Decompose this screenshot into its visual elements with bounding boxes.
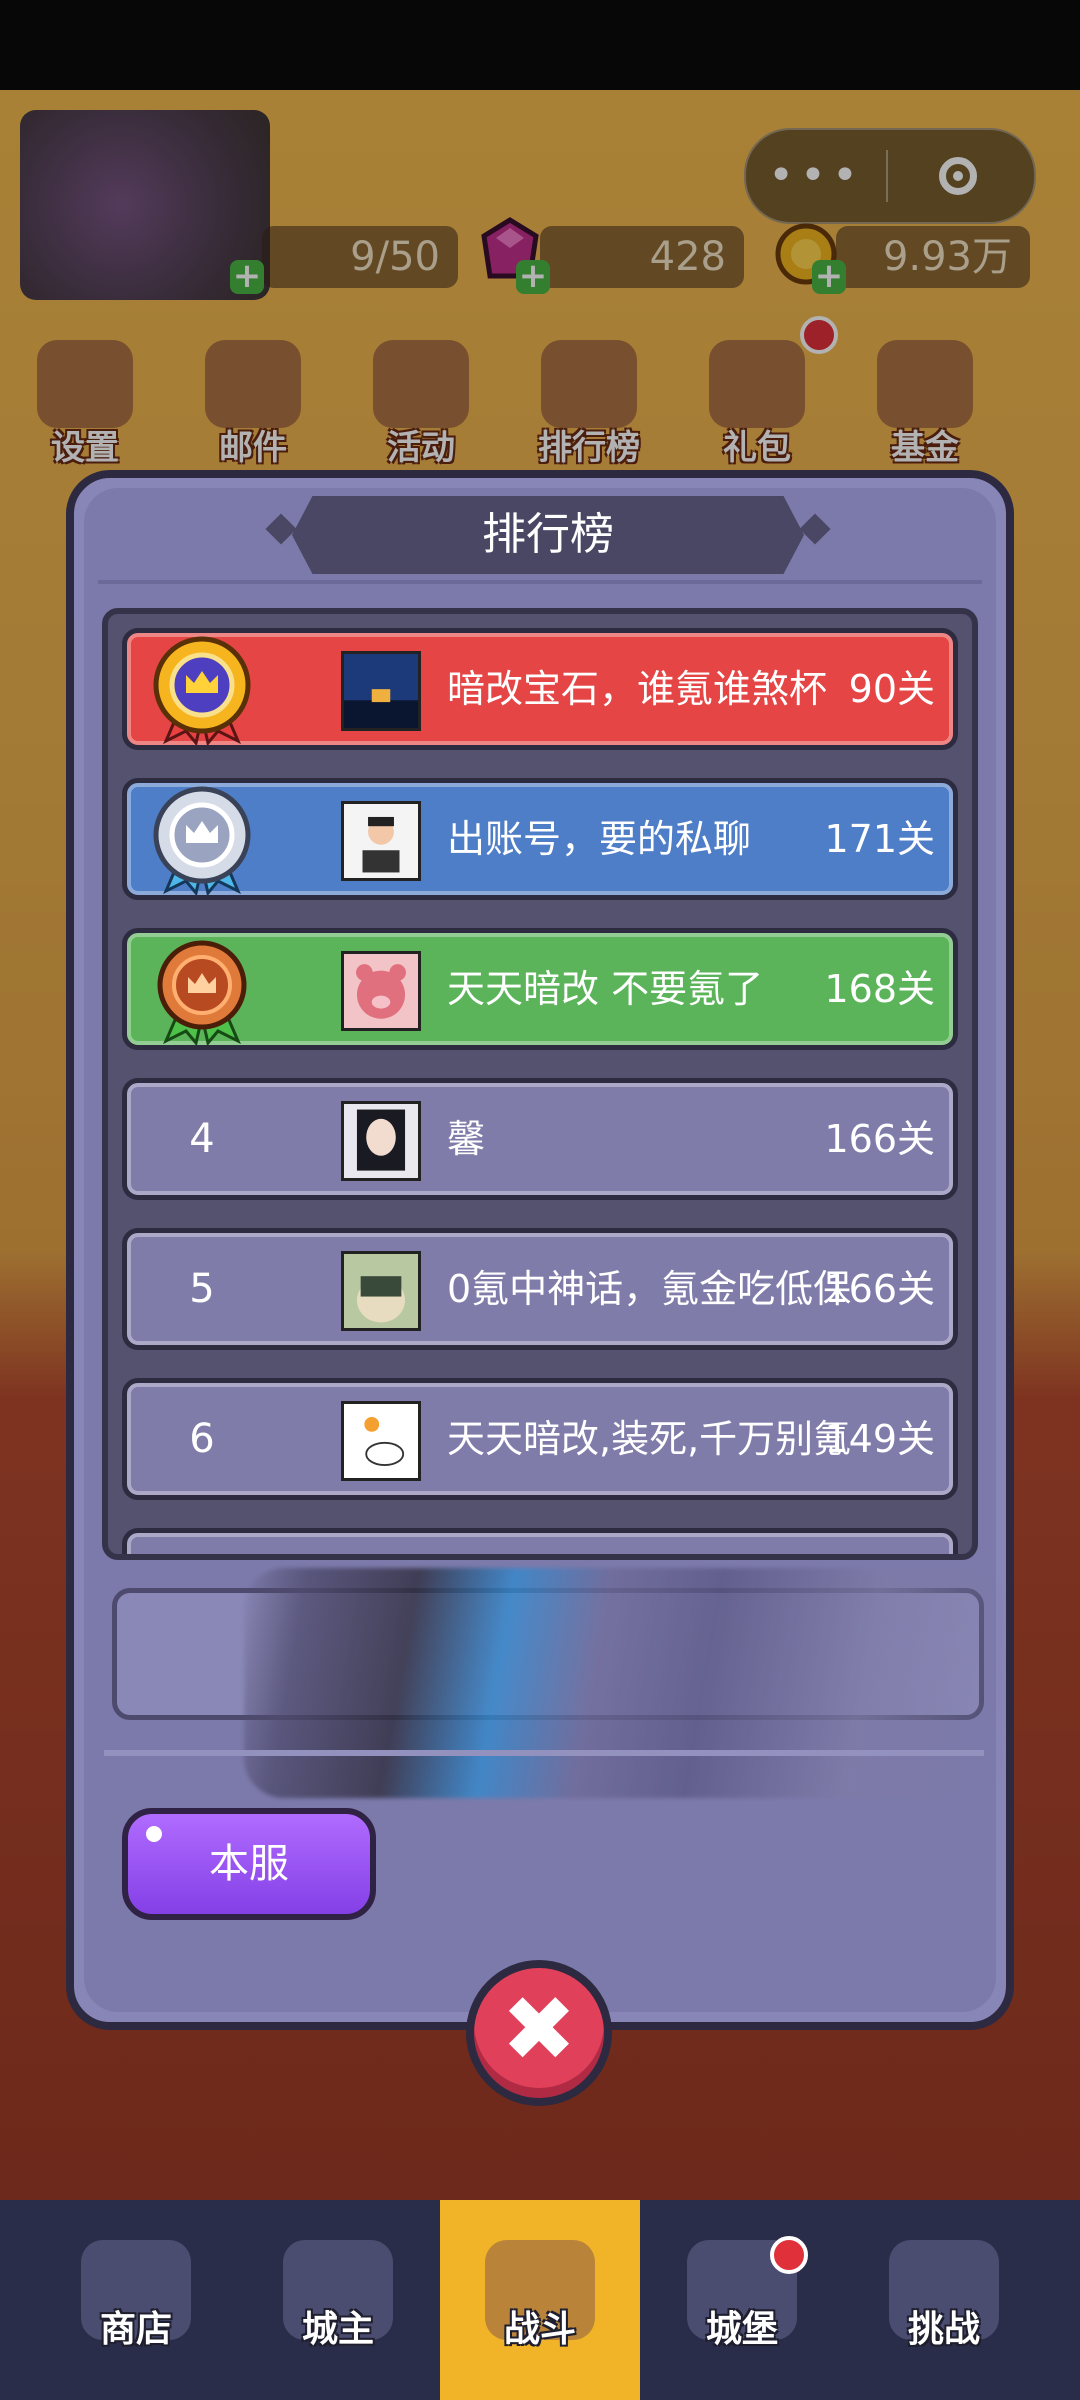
player-avatar [341,1101,421,1181]
ranking-list[interactable]: 1 暗改宝石，谁氪谁煞杯 90关 2 [102,608,978,1560]
player-name: 天天暗改,装死,千万别氪 [447,1417,852,1461]
server-tab-label: 本服 [209,1841,289,1887]
player-avatar [341,651,421,731]
ranking-row-2[interactable]: 2 出账号，要的私聊 171关 [122,778,958,900]
player-score: 166关 [824,1267,935,1311]
ranking-row-4[interactable]: 4 馨 166关 [122,1078,958,1200]
ranking-row-partial[interactable] [122,1528,958,1554]
status-bar [0,0,1080,90]
tab-battle[interactable]: 战斗 [440,2200,640,2400]
tab-shop[interactable]: 商店 [36,2200,236,2400]
server-tab-button[interactable]: 本服 [122,1808,376,1920]
player-name: 天天暗改 不要氪了 [447,967,764,1011]
player-score: 90关 [848,667,935,711]
player-avatar [341,951,421,1031]
ranking-row-5[interactable]: 5 0氪中神话，氪金吃低保 166关 [122,1228,958,1350]
player-name: 馨 [447,1117,486,1161]
bottom-tab-bar: 商店 城主 战斗 城堡 挑战 [0,2200,1080,2400]
tab-challenge[interactable]: 挑战 [844,2200,1044,2400]
player-avatar [341,801,421,881]
silver-medal-icon: 2 [127,783,277,895]
notification-dot [770,2236,808,2274]
tab-lord[interactable]: 城主 [238,2200,438,2400]
player-score: 166关 [824,1117,935,1161]
ranking-row-1[interactable]: 1 暗改宝石，谁氪谁煞杯 90关 [122,628,958,750]
bronze-medal-icon: 3 [127,933,277,1045]
title-divider [98,580,982,584]
player-score: 171关 [824,817,935,861]
player-score: 168关 [824,967,935,1011]
rank-number: 5 [189,1266,215,1312]
player-name: 0氪中神话，氪金吃低保 [447,1267,852,1311]
close-button[interactable]: ✖ [466,1960,612,2106]
leaderboard-dialog: 排行榜 1 暗改宝石，谁氪谁煞杯 90关 [66,470,1014,2030]
gold-medal-icon: 1 [127,633,277,745]
ranking-row-3[interactable]: 3 天天暗改 不要氪了 168关 [122,928,958,1050]
player-name: 暗改宝石，谁氪谁煞杯 [447,667,828,711]
dialog-title: 排行榜 [482,509,614,560]
player-avatar [341,1251,421,1331]
player-score: 149关 [824,1417,935,1461]
close-icon: ✖ [501,1977,577,2082]
dialog-title-bar: 排行榜 [292,496,804,574]
ranking-row-6[interactable]: 6 天天暗改,装死,千万别氪 149关 [122,1378,958,1500]
redaction-scribble [244,1568,1004,1798]
rank-number: 4 [189,1116,215,1162]
tab-castle[interactable]: 城堡 [642,2200,842,2400]
player-name: 出账号，要的私聊 [447,817,752,861]
section-divider [104,1750,984,1756]
rank-number: 6 [189,1416,215,1462]
player-avatar [341,1401,421,1481]
